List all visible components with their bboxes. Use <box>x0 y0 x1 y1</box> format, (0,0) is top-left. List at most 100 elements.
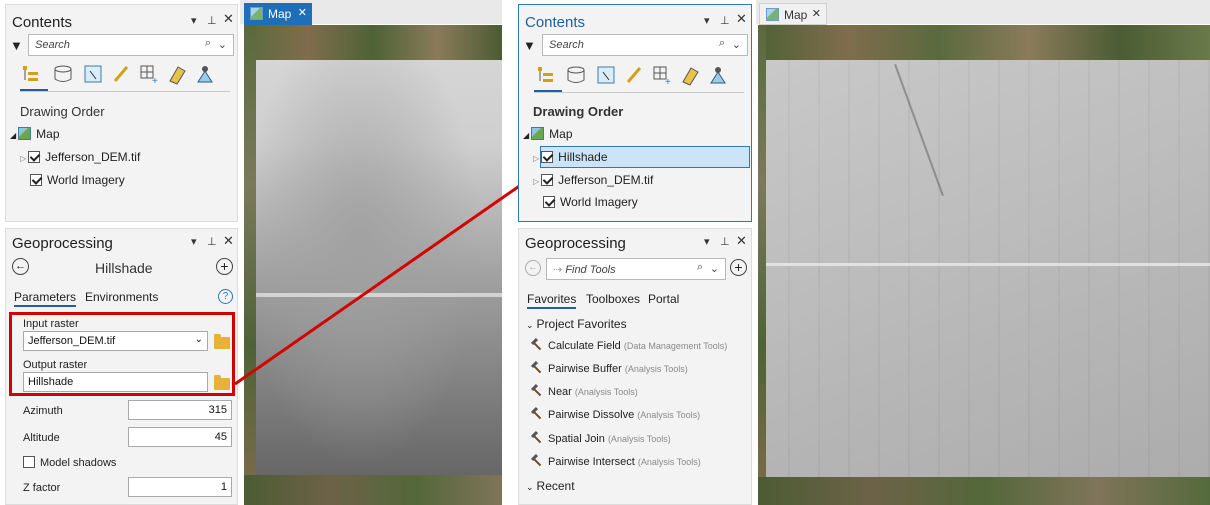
pane-options-icon[interactable]: ▾ <box>191 14 197 27</box>
list-by-snapping-icon[interactable]: + <box>138 63 160 87</box>
imagery-strip-bottom <box>758 477 1210 505</box>
pane-options-icon[interactable]: ▾ <box>704 235 710 248</box>
expand-caret-icon[interactable]: ▷ <box>20 154 26 163</box>
layer-row[interactable]: World Imagery <box>543 195 638 209</box>
zfactor-field[interactable]: 1 <box>128 477 232 497</box>
search-icon[interactable]: ⌕ <box>205 37 211 50</box>
layer-visibility-checkbox[interactable] <box>28 151 41 163</box>
azimuth-value: 315 <box>208 404 227 416</box>
model-shadows-checkbox[interactable] <box>23 456 35 468</box>
collapse-caret-icon[interactable]: ◢ <box>10 131 16 140</box>
layer-row[interactable]: ▷ Jefferson_DEM.tif <box>533 173 653 187</box>
tab-portal[interactable]: Portal <box>648 292 679 306</box>
search-input[interactable]: Search ⌕ ⌄ <box>28 34 234 56</box>
tab-environments[interactable]: Environments <box>85 290 158 304</box>
list-by-source-icon[interactable] <box>52 63 74 85</box>
tool-list-item[interactable]: Calculate Field (Data Management Tools) <box>531 340 727 352</box>
search-input[interactable]: Search ⌕ ⌄ <box>542 34 748 56</box>
project-favorites-group[interactable]: ⌄ Project Favorites <box>526 317 627 331</box>
imagery-strip-bottom <box>244 475 502 505</box>
imagery-strip-top <box>758 25 1210 60</box>
search-dropdown-icon[interactable]: ⌄ <box>218 38 227 51</box>
chevron-down-icon[interactable]: ⌄ <box>526 320 534 330</box>
map-tree-node[interactable]: ◢ Map <box>10 127 60 141</box>
list-by-perspective-imagery-icon[interactable] <box>194 63 216 85</box>
close-icon[interactable]: ✕ <box>812 7 821 20</box>
pin-icon[interactable]: ⊥ <box>207 14 217 27</box>
list-by-drawing-order-icon[interactable] <box>20 63 42 85</box>
tool-name: Pairwise Intersect <box>548 456 635 468</box>
tab-favorites[interactable]: Favorites <box>527 292 577 309</box>
layer-visibility-checkbox[interactable] <box>541 174 554 186</box>
list-by-labeling-icon[interactable] <box>679 64 701 86</box>
svg-text:+: + <box>152 76 158 85</box>
layer-visibility-checkbox[interactable] <box>541 151 554 163</box>
search-icon[interactable]: ⌕ <box>697 261 703 274</box>
find-tools-input[interactable]: ⇢ Find Tools ⌕ ⌄ <box>546 258 726 280</box>
layer-row[interactable]: World Imagery <box>30 173 125 187</box>
tool-list-item[interactable]: Pairwise Buffer (Analysis Tools) <box>531 363 688 375</box>
close-icon[interactable]: ✕ <box>223 233 234 249</box>
tool-name: Calculate Field <box>548 340 621 352</box>
toolbox-name: (Analysis Tools) <box>637 410 701 420</box>
map-canvas-left[interactable] <box>244 25 502 505</box>
layer-row[interactable]: ▷ Hillshade <box>533 150 608 164</box>
recent-group[interactable]: ⌄ Recent <box>526 479 575 493</box>
tool-name: Pairwise Buffer <box>548 363 622 375</box>
list-by-selection-icon[interactable] <box>82 63 104 85</box>
list-by-source-icon[interactable] <box>565 64 587 86</box>
pane-options-icon[interactable]: ▾ <box>704 14 710 27</box>
close-icon[interactable]: ✕ <box>736 11 747 27</box>
expand-caret-icon[interactable]: ▷ <box>533 154 539 163</box>
list-by-editing-icon[interactable] <box>623 64 645 86</box>
search-dropdown-icon[interactable]: ⌄ <box>732 38 741 51</box>
collapse-caret-icon[interactable]: ◢ <box>523 131 529 140</box>
map-tab-label: Map <box>268 7 292 21</box>
tab-toolboxes[interactable]: Toolboxes <box>586 292 640 306</box>
filter-icon[interactable]: ▼ <box>523 38 536 53</box>
add-tool-icon[interactable]: + <box>730 259 747 276</box>
altitude-field[interactable]: 45 <box>128 427 232 447</box>
search-dropdown-icon[interactable]: ⌄ <box>710 262 719 275</box>
pin-icon[interactable]: ⊥ <box>720 235 730 248</box>
azimuth-field[interactable]: 315 <box>128 400 232 420</box>
add-tool-icon[interactable]: + <box>216 258 233 275</box>
back-arrow-icon[interactable]: ← <box>525 260 541 276</box>
toolbox-name: (Analysis Tools) <box>574 387 638 397</box>
close-icon[interactable]: ✕ <box>298 6 307 19</box>
tools-icon: ⇢ <box>553 264 563 276</box>
search-placeholder: Search <box>549 39 584 51</box>
tool-list-item[interactable]: Pairwise Intersect (Analysis Tools) <box>531 456 701 468</box>
map-icon <box>18 127 32 140</box>
layer-row[interactable]: ▷ Jefferson_DEM.tif <box>20 150 140 164</box>
map-tab-right[interactable]: Map ✕ <box>759 3 827 25</box>
filter-icon[interactable]: ▼ <box>10 38 23 53</box>
tool-list-item[interactable]: Pairwise Dissolve (Analysis Tools) <box>531 409 700 421</box>
tool-list-item[interactable]: Near (Analysis Tools) <box>531 386 638 398</box>
pin-icon[interactable]: ⊥ <box>720 14 730 27</box>
layer-visibility-checkbox[interactable] <box>543 196 555 208</box>
close-icon[interactable]: ✕ <box>736 233 747 249</box>
pane-options-icon[interactable]: ▾ <box>191 235 197 248</box>
list-by-selection-icon[interactable] <box>595 64 617 86</box>
search-icon[interactable]: ⌕ <box>719 37 725 50</box>
list-by-drawing-order-icon[interactable] <box>535 64 557 86</box>
model-shadows-option[interactable]: Model shadows <box>23 456 116 469</box>
layer-visibility-checkbox[interactable] <box>30 174 42 186</box>
expand-caret-icon[interactable]: ▷ <box>533 177 539 186</box>
back-arrow-icon[interactable]: ← <box>12 258 29 275</box>
chevron-down-icon[interactable]: ⌄ <box>526 482 534 492</box>
list-by-editing-icon[interactable] <box>110 63 132 85</box>
list-by-perspective-imagery-icon[interactable] <box>707 64 729 86</box>
list-by-snapping-icon[interactable]: + <box>651 64 673 88</box>
map-tab-left[interactable]: Map ✕ <box>244 3 312 25</box>
help-icon[interactable]: ? <box>218 289 233 304</box>
tool-list-item[interactable]: Spatial Join (Analysis Tools) <box>531 433 671 445</box>
pin-icon[interactable]: ⊥ <box>207 235 217 248</box>
map-canvas-right[interactable] <box>758 25 1210 505</box>
close-icon[interactable]: ✕ <box>223 11 234 27</box>
map-tree-node[interactable]: ◢ Map <box>523 127 573 141</box>
tab-parameters[interactable]: Parameters <box>14 290 77 307</box>
hammer-icon <box>531 363 543 373</box>
list-by-labeling-icon[interactable] <box>166 63 188 85</box>
